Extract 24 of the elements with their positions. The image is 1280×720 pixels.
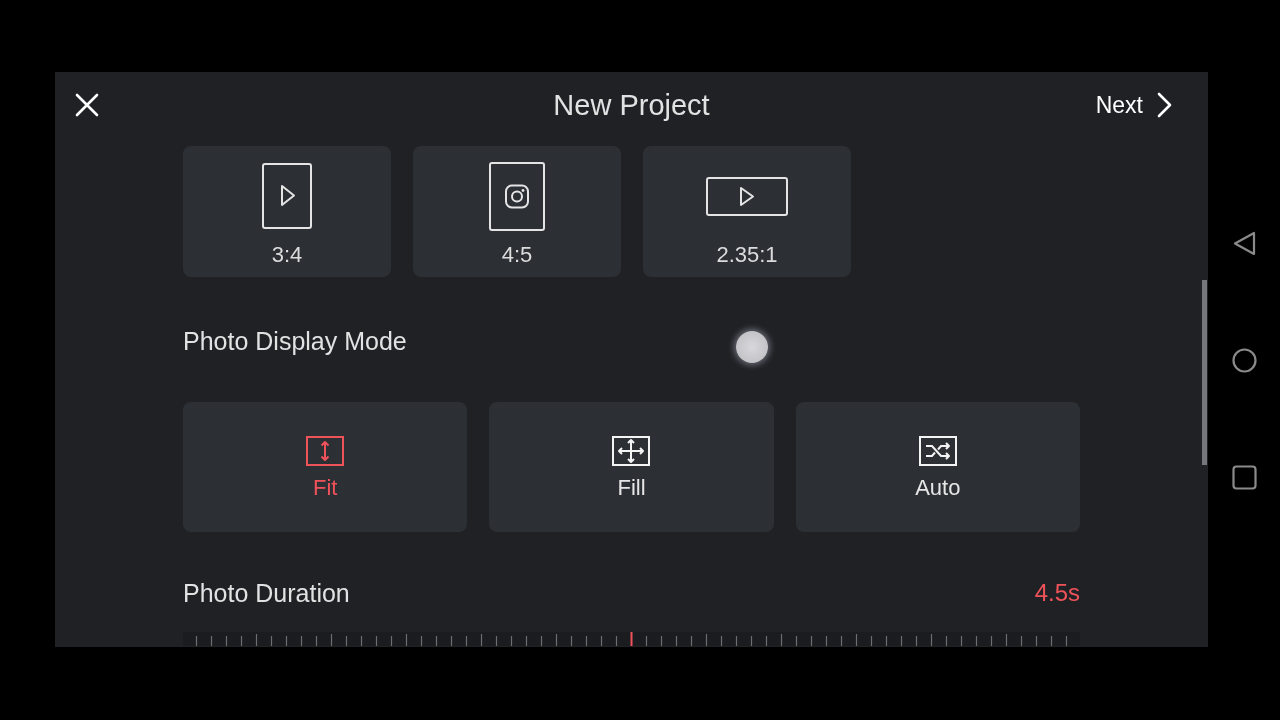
portrait-frame-play-icon: [262, 163, 312, 229]
display-mode-option[interactable]: Fit: [183, 402, 468, 532]
back-icon[interactable]: [1231, 231, 1257, 256]
aspect-ratio-option[interactable]: 2.35:1: [643, 146, 851, 277]
next-button[interactable]: Next: [1091, 87, 1176, 123]
aspect-ratio-option[interactable]: 4:5: [413, 146, 621, 277]
shuffle-icon: [918, 436, 957, 466]
close-icon: [75, 93, 99, 117]
portrait-frame-camera-icon: [489, 161, 545, 231]
display-mode-option[interactable]: Fill: [489, 402, 774, 532]
display-mode-option[interactable]: Auto: [795, 402, 1080, 532]
aspect-ratio-option[interactable]: 3:4: [183, 146, 391, 277]
four-way-arrows-icon: [612, 436, 651, 466]
chevron-right-icon: [1157, 92, 1172, 118]
vertical-arrows-icon: [306, 436, 345, 466]
duration-value: 4.5s: [1034, 579, 1080, 607]
scrollbar-thumb[interactable]: [1202, 280, 1207, 465]
section-title: Photo Display Mode: [183, 327, 407, 355]
home-icon[interactable]: [1231, 348, 1257, 373]
touch-indicator-icon: [736, 331, 768, 363]
screen-title: New Project: [553, 88, 710, 122]
wide-frame-play-icon: [706, 176, 788, 216]
recents-icon[interactable]: [1231, 465, 1257, 490]
section-title: Photo Duration: [183, 579, 350, 607]
